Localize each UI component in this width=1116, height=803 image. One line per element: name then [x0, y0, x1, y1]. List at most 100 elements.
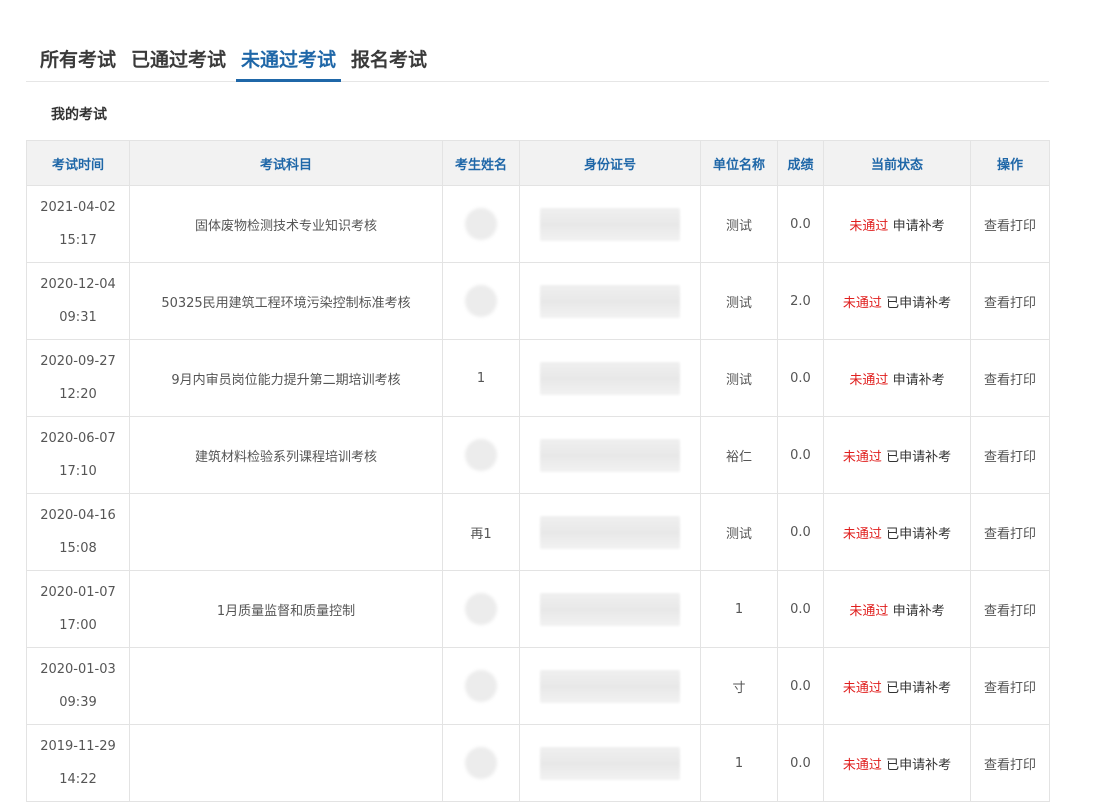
- exam-date: 2020-04-16: [40, 508, 116, 523]
- table-header-row: 考试时间 考试科目 考生姓名 身份证号 单位名称 成绩 当前状态 操作: [26, 140, 1050, 186]
- exam-subject: [129, 647, 443, 725]
- score: 0.0: [777, 724, 824, 802]
- view-print-link[interactable]: 查看打印: [970, 185, 1050, 263]
- candidate-name-cell: [442, 416, 520, 494]
- view-print-link[interactable]: 查看打印: [970, 493, 1050, 571]
- id-number-cell: [519, 570, 701, 648]
- score: 0.0: [777, 493, 824, 571]
- candidate-name-cell: [442, 570, 520, 648]
- redacted-id-number: [540, 438, 680, 472]
- retake-link[interactable]: 已申请补考: [886, 450, 951, 465]
- view-print-link[interactable]: 查看打印: [970, 724, 1050, 802]
- tab-failed-exams[interactable]: 未通过考试: [236, 40, 342, 82]
- status-cell: 未通过 申请补考: [823, 339, 971, 417]
- exam-date: 2020-01-03: [40, 662, 116, 677]
- retake-link[interactable]: 已申请补考: [886, 681, 951, 696]
- table-row: 2020-01-03 09:39 寸 0.0 未通过 已申请补考 查看打印: [26, 647, 1050, 725]
- redacted-name: [465, 208, 497, 240]
- status-cell: 未通过 已申请补考: [823, 262, 971, 340]
- exam-subject: [129, 724, 443, 802]
- exam-clock: 09:39: [59, 695, 97, 710]
- candidate-name-cell: 再1: [442, 493, 520, 571]
- table-row: 2020-12-04 09:31 50325民用建筑工程环境污染控制标准考核 测…: [26, 262, 1050, 340]
- exam-time-cell: 2020-09-27 12:20: [26, 339, 130, 417]
- unit-name: 1: [700, 724, 778, 802]
- status-cell: 未通过 已申请补考: [823, 416, 971, 494]
- exam-date: 2020-12-04: [40, 277, 116, 292]
- id-number-cell: [519, 339, 701, 417]
- exam-date: 2020-09-27: [40, 354, 116, 369]
- redacted-id-number: [540, 207, 680, 241]
- id-number-cell: [519, 416, 701, 494]
- status-cell: 未通过 已申请补考: [823, 493, 971, 571]
- unit-name: 1: [700, 570, 778, 648]
- score: 2.0: [777, 262, 824, 340]
- view-print-link[interactable]: 查看打印: [970, 570, 1050, 648]
- status-failed: 未通过: [842, 449, 882, 465]
- exam-date: 2020-06-07: [40, 431, 116, 446]
- score: 0.0: [777, 570, 824, 648]
- header-status: 当前状态: [823, 140, 971, 186]
- redacted-name: [465, 285, 497, 317]
- exam-subject: [129, 493, 443, 571]
- header-unit-name: 单位名称: [700, 140, 778, 186]
- header-action: 操作: [970, 140, 1050, 186]
- table-row: 2019-11-29 14:22 1 0.0 未通过 已申请补考 查看打印: [26, 724, 1050, 802]
- exam-time-cell: 2020-01-07 17:00: [26, 570, 130, 648]
- id-number-cell: [519, 724, 701, 802]
- table-row: 2020-01-07 17:00 1月质量监督和质量控制 1 0.0 未通过 申…: [26, 570, 1050, 648]
- candidate-name: 1: [476, 370, 486, 386]
- retake-link[interactable]: 申请补考: [893, 604, 945, 619]
- retake-link[interactable]: 已申请补考: [886, 758, 951, 773]
- retake-link[interactable]: 已申请补考: [886, 527, 951, 542]
- table-body: 2021-04-02 15:17 固体废物检测技术专业知识考核 测试 0.0 未…: [26, 185, 1050, 802]
- unit-name: 测试: [700, 493, 778, 571]
- redacted-id-number: [540, 284, 680, 318]
- tab-register-exam[interactable]: 报名考试: [346, 40, 432, 82]
- exam-date: 2021-04-02: [40, 200, 116, 215]
- exam-time-cell: 2020-04-16 15:08: [26, 493, 130, 571]
- candidate-name-cell: [442, 185, 520, 263]
- redacted-id-number: [540, 515, 680, 549]
- table-row: 2020-04-16 15:08 再1 测试 0.0 未通过 已申请补考 查看打…: [26, 493, 1050, 571]
- redacted-id-number: [540, 361, 680, 395]
- table-row: 2020-06-07 17:10 建筑材料检验系列课程培训考核 裕仁 0.0 未…: [26, 416, 1050, 494]
- candidate-name-cell: [442, 647, 520, 725]
- score: 0.0: [777, 339, 824, 417]
- status-cell: 未通过 申请补考: [823, 185, 971, 263]
- exam-subject: 1月质量监督和质量控制: [129, 570, 443, 648]
- retake-link[interactable]: 申请补考: [893, 219, 945, 234]
- exam-clock: 12:20: [59, 387, 97, 402]
- score: 0.0: [777, 185, 824, 263]
- view-print-link[interactable]: 查看打印: [970, 416, 1050, 494]
- exam-clock: 09:31: [59, 310, 97, 325]
- exam-clock: 17:00: [59, 618, 97, 633]
- tab-passed-exams[interactable]: 已通过考试: [126, 40, 231, 82]
- score: 0.0: [777, 647, 824, 725]
- tab-all-exams[interactable]: 所有考试: [26, 40, 121, 82]
- exam-time-cell: 2020-06-07 17:10: [26, 416, 130, 494]
- view-print-link[interactable]: 查看打印: [970, 262, 1050, 340]
- exam-subject: 50325民用建筑工程环境污染控制标准考核: [129, 262, 443, 340]
- status-cell: 未通过 已申请补考: [823, 724, 971, 802]
- exam-clock: 15:08: [59, 541, 97, 556]
- redacted-name: [465, 439, 497, 471]
- id-number-cell: [519, 262, 701, 340]
- id-number-cell: [519, 493, 701, 571]
- unit-name: 寸: [700, 647, 778, 725]
- retake-link[interactable]: 申请补考: [893, 373, 945, 388]
- status-cell: 未通过 申请补考: [823, 570, 971, 648]
- view-print-link[interactable]: 查看打印: [970, 339, 1050, 417]
- id-number-cell: [519, 185, 701, 263]
- exam-date: 2019-11-29: [40, 739, 116, 754]
- header-candidate-name: 考生姓名: [442, 140, 520, 186]
- unit-name: 测试: [700, 262, 778, 340]
- status-failed: 未通过: [842, 295, 882, 311]
- header-exam-time: 考试时间: [26, 140, 130, 186]
- candidate-name-cell: [442, 262, 520, 340]
- redacted-name: [465, 747, 497, 779]
- redacted-name: [465, 670, 497, 702]
- exam-date: 2020-01-07: [40, 585, 116, 600]
- retake-link[interactable]: 已申请补考: [886, 296, 951, 311]
- view-print-link[interactable]: 查看打印: [970, 647, 1050, 725]
